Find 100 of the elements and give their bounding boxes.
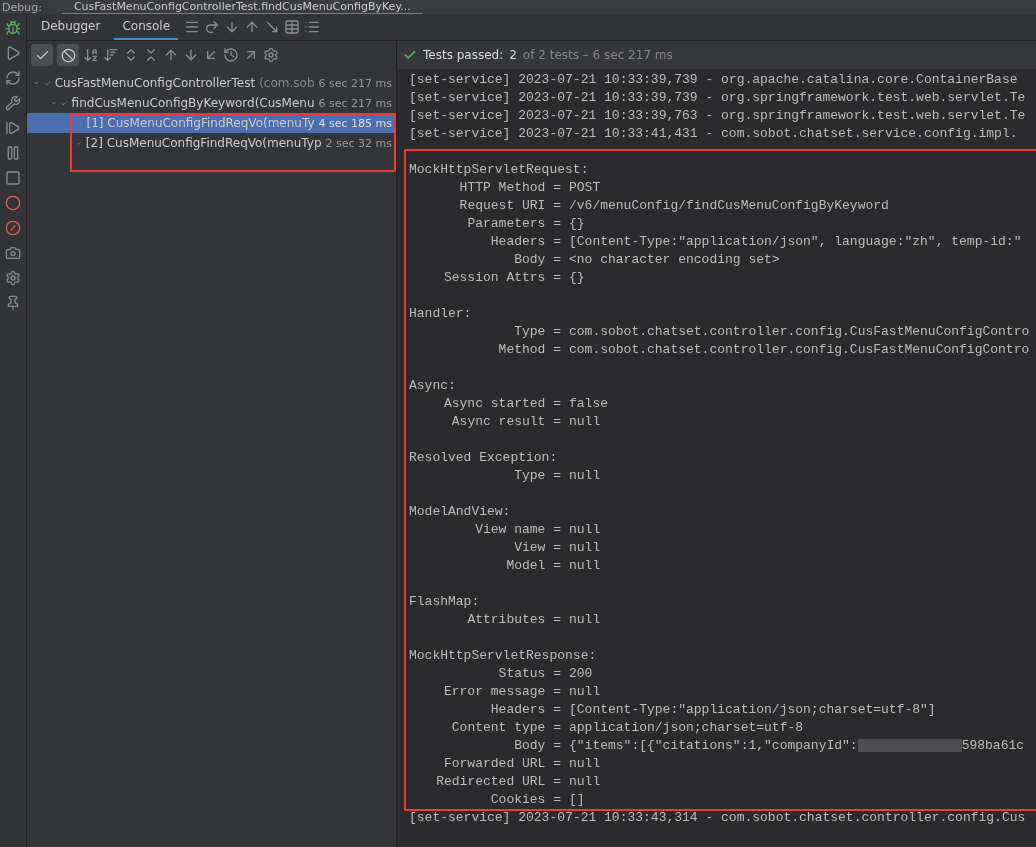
section-heading: Async: (409, 377, 456, 395)
test-duration: 6 sec 217 ms (318, 76, 393, 90)
tree-item[interactable]: [1] CusMenuConfigFindReqVo(menuTy 4 sec 185 ms (27, 113, 396, 133)
log-line: [set-service] 2023-07-21 10:33:41,431 - com.sobot.chatset.service.config.impl. (409, 125, 1018, 143)
field-value: com.sobot.chatset.controller.config.CusFastMenuConfigContro (569, 323, 1030, 341)
passed-count: 2 (509, 48, 517, 62)
log-line: [set-service] 2023-07-21 10:33:39,739 - org.apache.catalina.core.ContainerBase (409, 71, 1018, 89)
field-value: null (569, 413, 601, 431)
field-value: [Content-Type:"application/json", language:"zh", temp-id:" (569, 233, 1022, 251)
field-value: {} (569, 269, 585, 287)
settings-icon[interactable] (263, 47, 279, 63)
log-line: [set-service] 2023-07-21 10:33:39,763 - org.springframework.test.web.servlet.Te (409, 107, 1026, 125)
step-icon[interactable] (5, 120, 21, 136)
field-key: Body = (409, 251, 561, 269)
show-passed-toggle[interactable] (31, 44, 53, 66)
ban-icon (60, 47, 76, 63)
field-key: Status = (409, 665, 561, 683)
test-name: [1] CusMenuConfigFindReqVo(menuTy (86, 116, 315, 130)
previous-icon[interactable] (163, 47, 179, 63)
field-value: 200 (569, 665, 593, 683)
field-key: Headers = (409, 233, 561, 251)
field-key: Cookies = (409, 791, 561, 809)
field-value: com.sobot.chatset.controller.config.CusFastMenuConfigContro (569, 341, 1030, 359)
field-value: null (569, 755, 601, 773)
field-value: null (569, 683, 601, 701)
field-value: [] (569, 791, 585, 809)
section-heading: FlashMap: (409, 593, 480, 611)
wrench-icon[interactable] (5, 95, 21, 111)
field-value: null (569, 611, 601, 629)
field-key: Body = (409, 737, 561, 755)
mute-breakpoints-icon[interactable] (5, 220, 21, 236)
bug-icon[interactable] (5, 20, 21, 36)
test-name: CusFastMenuConfigControllerTest (54, 76, 256, 90)
field-key: Forwarded URL = (409, 755, 561, 773)
step-over-icon[interactable] (204, 19, 221, 35)
tree-item[interactable]: [2] CusMenuConfigFindReqVo(menuTyp 2 sec 32 ms (27, 133, 396, 153)
history-icon[interactable] (223, 47, 239, 63)
field-key: Session Attrs = (409, 269, 561, 287)
section-heading: ModelAndView: (409, 503, 511, 521)
field-value: application/json;charset=utf-8 (569, 719, 804, 737)
field-value: /v6/menuConfig/findCusMenuConfigByKeyword (569, 197, 889, 215)
field-key: HTTP Method = (409, 179, 561, 197)
tab[interactable]: Debugger (33, 14, 109, 40)
field-value: {} (569, 215, 585, 233)
field-value: 598ba61c (961, 737, 1025, 755)
field-value: null (569, 557, 601, 575)
field-value: null (569, 467, 601, 485)
section-heading: MockHttpServletRequest: (409, 161, 589, 179)
status-detail: of 2 tests – 6 sec 217 ms (522, 48, 673, 62)
sort-duration-icon[interactable] (103, 47, 119, 63)
test-duration: 6 sec 217 ms (318, 96, 393, 110)
field-value: [Content-Type:"application/json;charset=utf-8"] (569, 701, 936, 719)
field-value: {"items":[{"citations":1,"companyId": (569, 737, 858, 755)
field-key: Content type = (409, 719, 561, 737)
settings-icon[interactable] (5, 270, 21, 286)
list-icon[interactable] (304, 19, 321, 35)
test-name: [2] CusMenuConfigFindReqVo(menuTyp (85, 136, 322, 150)
field-value: null (569, 539, 601, 557)
test-duration: 2 sec 32 ms (325, 136, 393, 150)
field-key: Async result = (409, 413, 561, 431)
tree-item[interactable]: findCusMenuConfigByKeyword(CusMenu 6 sec 217 ms (27, 93, 396, 113)
field-value: null (569, 521, 601, 539)
field-key: Model = (409, 557, 561, 575)
log-line: [set-service] 2023-07-21 10:33:43,314 - com.sobot.chatset.controller.config.Cus (409, 809, 1026, 827)
tree-item[interactable]: CusFastMenuConfigControllerTest (com.sob 6 sec 217 ms (27, 73, 396, 93)
field-key: Type = (409, 323, 561, 341)
test-name: findCusMenuConfigByKeyword(CusMenu (71, 96, 315, 110)
field-value: <no character encoding set> (569, 251, 780, 269)
test-duration: 4 sec 185 ms (318, 116, 393, 130)
field-key: Redirected URL = (409, 773, 561, 791)
field-key: Parameters = (409, 215, 561, 233)
log-line: [set-service] 2023-07-21 10:33:39,739 - org.springframework.test.web.servlet.Te (409, 89, 1026, 107)
field-value: false (569, 395, 608, 413)
section-heading: MockHttpServletResponse: (409, 647, 597, 665)
table-icon[interactable] (284, 19, 301, 35)
breakpoints-icon[interactable] (5, 195, 21, 211)
field-key: View = (409, 539, 561, 557)
field-key: Headers = (409, 701, 561, 719)
menu-icon[interactable] (184, 19, 201, 35)
pause-icon[interactable] (5, 145, 21, 161)
field-key: Error message = (409, 683, 561, 701)
field-key: View name = (409, 521, 561, 539)
field-key: Type = (409, 467, 561, 485)
camera-icon[interactable] (5, 245, 21, 261)
pin-icon[interactable] (5, 295, 21, 311)
field-key: Request URI = (409, 197, 561, 215)
test-package: (com.sob (259, 76, 315, 90)
field-key: Async started = (409, 395, 561, 413)
field-value: POST (569, 179, 601, 197)
refresh-icon[interactable] (5, 70, 21, 86)
window-title: Debug: (2, 0, 42, 14)
show-ignored-toggle[interactable] (57, 44, 79, 66)
field-key: Method = (409, 341, 561, 359)
status-label: Tests passed: (423, 48, 504, 62)
sort-alpha-icon[interactable] (83, 47, 99, 63)
next-icon[interactable] (183, 47, 199, 63)
resume-icon[interactable] (5, 45, 21, 61)
field-key: Attributes = (409, 611, 561, 629)
stop-icon[interactable] (5, 170, 21, 186)
section-heading: Resolved Exception: (409, 449, 558, 467)
